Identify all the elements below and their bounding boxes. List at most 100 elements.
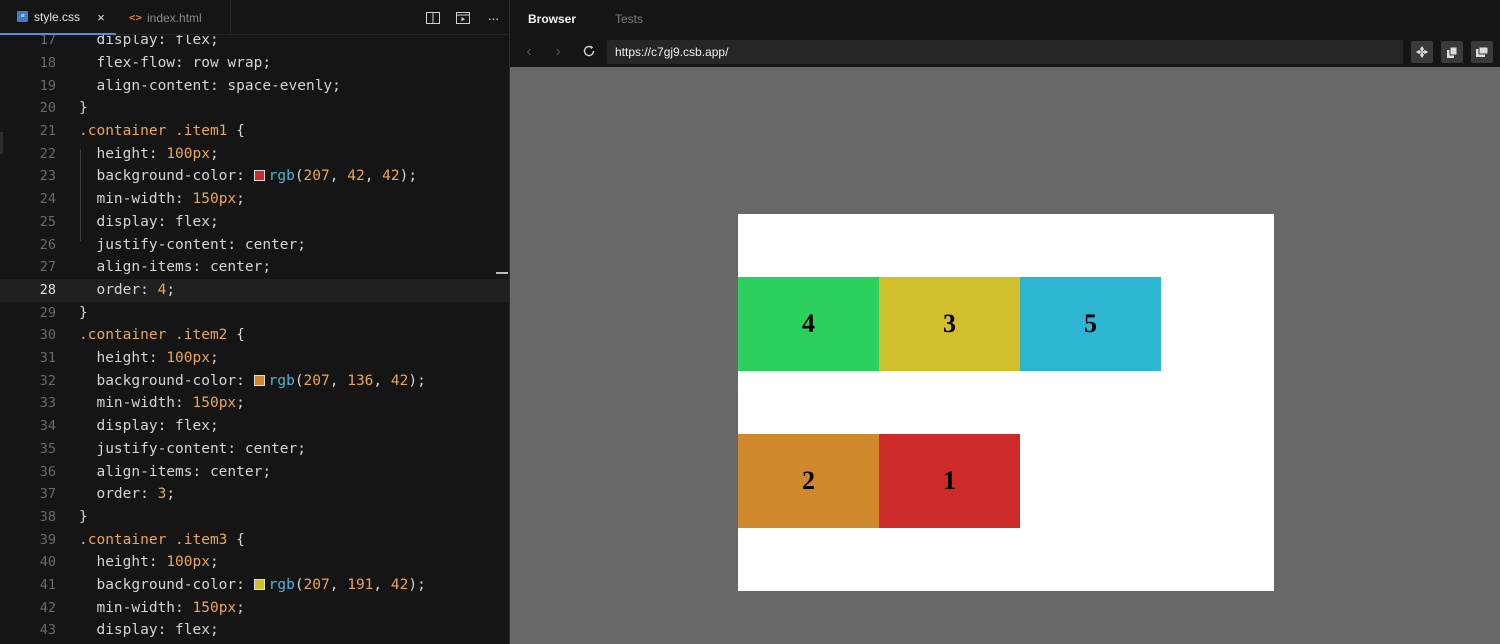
codesandbox-icon[interactable] bbox=[1411, 41, 1433, 63]
code-token: flex-flow: row wrap; bbox=[79, 54, 272, 71]
line-number: 29 bbox=[39, 304, 56, 321]
code-line[interactable]: 20} bbox=[0, 97, 509, 120]
line-number: 31 bbox=[39, 350, 56, 366]
tab-browser[interactable]: Browser bbox=[528, 12, 576, 26]
code-token: min-width: bbox=[79, 599, 193, 616]
code-token: } bbox=[79, 100, 88, 117]
copy-icon[interactable] bbox=[1441, 41, 1463, 63]
code-line[interactable]: 39 .container .item3 { bbox=[0, 529, 509, 552]
code-line[interactable]: 29} bbox=[0, 302, 509, 325]
forward-icon[interactable]: › bbox=[550, 44, 566, 60]
line-number: 32 bbox=[39, 372, 56, 389]
line-number: 17 bbox=[39, 35, 56, 49]
code-token: display: flex; bbox=[79, 418, 219, 435]
code-text: min-width: 150px; bbox=[79, 188, 244, 211]
code-text: min-width: 150px; bbox=[79, 392, 245, 415]
code-token: { bbox=[227, 327, 245, 344]
back-icon[interactable]: ‹ bbox=[521, 44, 537, 60]
code-token: ; bbox=[236, 599, 245, 616]
code-token: align-items: center; bbox=[79, 259, 272, 276]
code-line[interactable]: 25 display: flex; bbox=[0, 211, 509, 234]
code-token: 150px bbox=[192, 599, 237, 616]
refresh-icon[interactable] bbox=[581, 44, 597, 61]
code-token: , bbox=[329, 577, 348, 593]
color-swatch[interactable] bbox=[253, 170, 265, 182]
browser-pane: Browser Tests ‹ › https://c7gj9.csb.app/… bbox=[510, 0, 1500, 644]
line-number: 22 bbox=[39, 145, 56, 162]
line-number: 30 bbox=[39, 327, 56, 344]
code-line[interactable]: 42 min-width: 150px; bbox=[0, 597, 509, 620]
code-line[interactable]: 26 justify-content: center; bbox=[0, 234, 509, 257]
code-token: 42 bbox=[390, 577, 409, 593]
code-editor[interactable]: ≡ style.css × <> index.html ··· 44 justi… bbox=[0, 0, 509, 644]
code-token: ); bbox=[399, 168, 418, 185]
split-editor-icon[interactable] bbox=[425, 10, 441, 26]
code-line[interactable]: 31 height: 100px; bbox=[0, 347, 509, 370]
tab-style-css[interactable]: ≡ style.css × bbox=[0, 0, 116, 35]
code-token: rgb bbox=[268, 168, 295, 185]
line-number: 28 bbox=[39, 281, 56, 298]
code-line[interactable]: 43 display: flex; bbox=[0, 619, 509, 642]
line-number: 25 bbox=[39, 213, 56, 230]
code-line[interactable]: 28 order: 4; bbox=[0, 278, 509, 302]
tab-index-html[interactable]: <> index.html bbox=[116, 0, 231, 35]
code-line[interactable]: 18 flex-flow: row wrap; bbox=[0, 52, 509, 75]
code-area[interactable]: 44 justify-content: center;43 display: f… bbox=[0, 35, 509, 644]
code-line[interactable]: 23 background-color: rgb(207, 42, 42); bbox=[0, 165, 509, 188]
code-token: , bbox=[373, 372, 391, 389]
code-line[interactable]: 22 height: 100px; bbox=[0, 143, 509, 166]
code-token: .container .item3 bbox=[79, 531, 228, 548]
line-number: 26 bbox=[39, 236, 56, 253]
code-text: height: 100px; bbox=[79, 551, 219, 574]
code-token: .container .item1 bbox=[79, 123, 228, 139]
line-number: 42 bbox=[39, 599, 56, 616]
code-line[interactable]: 30 .container .item2 { bbox=[0, 324, 509, 347]
open-new-window-icon[interactable] bbox=[1471, 41, 1493, 63]
code-line[interactable]: 36 align-items: center; bbox=[0, 461, 509, 484]
code-line[interactable]: 40 height: 100px; bbox=[0, 551, 509, 574]
code-token: } bbox=[79, 508, 88, 525]
code-line[interactable]: 27 align-items: center; bbox=[0, 256, 509, 279]
code-token: ; bbox=[236, 395, 245, 412]
indent-guide bbox=[80, 149, 81, 241]
code-line[interactable]: 37 order: 3; bbox=[0, 483, 509, 506]
line-number: 37 bbox=[39, 486, 56, 503]
code-line[interactable]: 35 justify-content: center; bbox=[0, 438, 509, 461]
code-token: } bbox=[79, 304, 88, 321]
code-token: , bbox=[364, 168, 383, 185]
flex-item-2: 2 bbox=[738, 434, 879, 528]
code-line[interactable]: 34 display: flex; bbox=[0, 415, 509, 438]
code-text: background-color: rgb(207, 42, 42); bbox=[79, 165, 417, 188]
code-line[interactable]: 21 .container .item1 { bbox=[0, 120, 509, 143]
code-token: align-content: space-evenly; bbox=[79, 77, 341, 94]
close-icon[interactable]: × bbox=[94, 10, 108, 25]
code-line[interactable]: 38} bbox=[0, 506, 509, 529]
code-text: .container .item2 { bbox=[79, 324, 245, 347]
code-line[interactable]: 41 background-color: rgb(207, 191, 42); bbox=[0, 574, 509, 597]
tab-tests[interactable]: Tests bbox=[615, 12, 643, 26]
editor-tab-bar: ≡ style.css × <> index.html ··· bbox=[0, 0, 509, 35]
code-text: background-color: rgb(207, 191, 42); bbox=[79, 574, 425, 597]
code-text: display: flex; bbox=[79, 415, 219, 438]
gutter-marker bbox=[0, 132, 3, 154]
color-swatch[interactable] bbox=[253, 374, 265, 386]
code-token: 100px bbox=[166, 554, 210, 571]
code-token: display: flex; bbox=[79, 622, 219, 639]
code-line[interactable]: 19 align-content: space-evenly; bbox=[0, 75, 509, 98]
code-token: order: bbox=[79, 281, 158, 298]
code-token: background-color: bbox=[79, 372, 254, 389]
code-token: display: flex; bbox=[79, 35, 219, 49]
url-input[interactable]: https://c7gj9.csb.app/ bbox=[607, 40, 1403, 64]
code-line[interactable]: 32 background-color: rgb(207, 136, 42); bbox=[0, 370, 509, 393]
open-preview-icon[interactable] bbox=[455, 10, 471, 26]
code-token: ; bbox=[209, 554, 219, 571]
code-line[interactable]: 17 display: flex; bbox=[0, 35, 509, 52]
line-number: 21 bbox=[39, 123, 56, 139]
code-line[interactable]: 24 min-width: 150px; bbox=[0, 188, 509, 211]
code-line[interactable]: 33 min-width: 150px; bbox=[0, 392, 509, 415]
code-token: ; bbox=[209, 350, 219, 366]
line-number: 36 bbox=[39, 463, 56, 480]
color-swatch[interactable] bbox=[253, 579, 265, 590]
more-actions-icon[interactable]: ··· bbox=[485, 10, 501, 26]
code-token: background-color: bbox=[79, 168, 254, 185]
